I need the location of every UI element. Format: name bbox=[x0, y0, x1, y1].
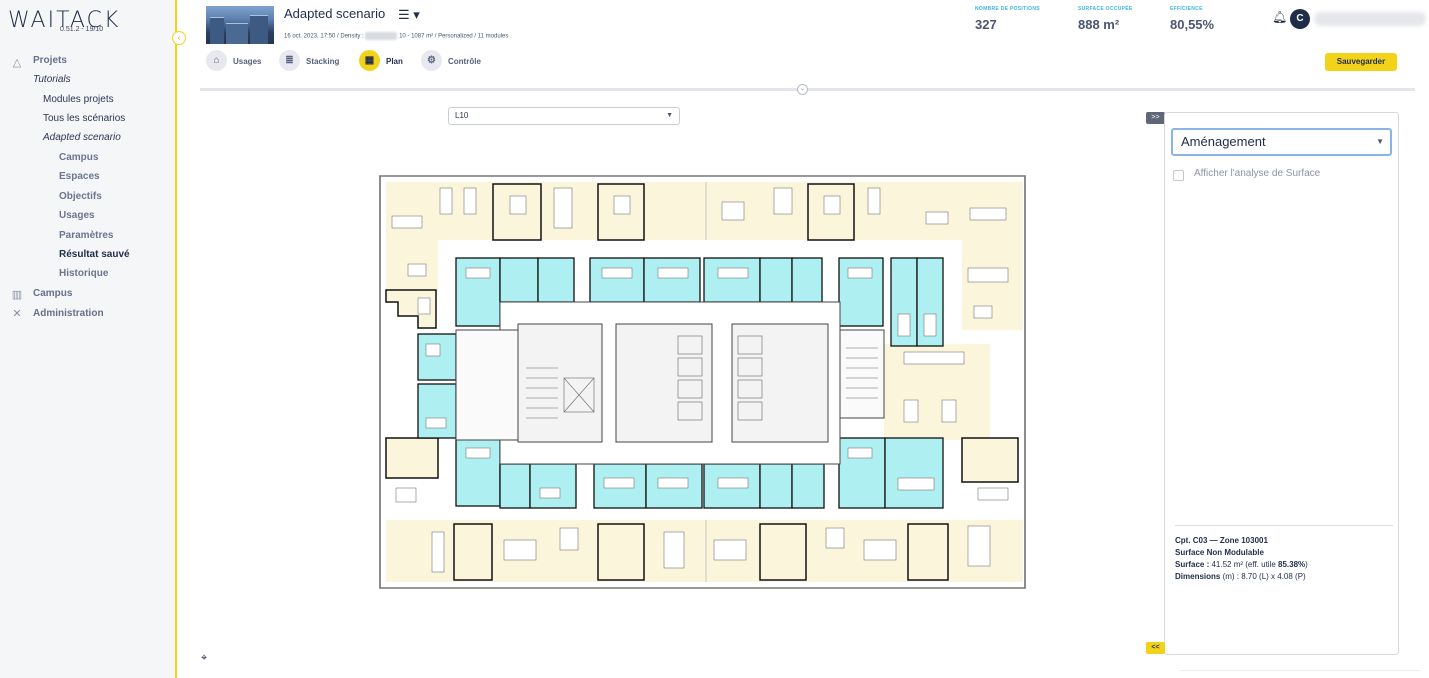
scenario-menu-icon[interactable]: ☰ ▾ bbox=[398, 7, 420, 23]
zone-dimensions-value: (m) : 8.70 (L) x 4.08 (P) bbox=[1222, 572, 1306, 581]
level-select[interactable]: L10 ▼ bbox=[448, 107, 680, 125]
sidebar-item-tous-les-scenarios[interactable]: Tous les scénarios bbox=[43, 113, 125, 124]
scenario-meta-prefix: 16 oct. 2023, 17:50 / Density : bbox=[284, 33, 364, 40]
sidebar-item-tutorials[interactable]: Tutorials bbox=[33, 74, 71, 85]
zone-surface-eff: 85.38% bbox=[1278, 560, 1306, 569]
sofa-icon: ⌂ bbox=[206, 50, 227, 71]
user-name-redacted bbox=[1314, 12, 1426, 26]
panel-separator bbox=[1175, 525, 1393, 526]
plan-icon: ▦ bbox=[359, 50, 380, 71]
properties-panel: Aménagement ▼ Afficher l'analyse de Surf… bbox=[1164, 112, 1399, 655]
kpi-surface: SURFACE OCCUPÉE 888 m² bbox=[1078, 6, 1133, 32]
zone-surface-value: 41.52 m² (eff. utile bbox=[1211, 560, 1276, 569]
tab-plan-label: Plan bbox=[386, 57, 403, 66]
floor-plan[interactable] bbox=[378, 168, 1028, 592]
sidebar-item-campus[interactable]: Campus bbox=[33, 288, 72, 299]
scenario-title: Adapted scenario bbox=[284, 6, 386, 21]
chevron-down-icon: ▼ bbox=[1376, 137, 1384, 146]
sidebar-item-projets[interactable]: Projets bbox=[33, 55, 67, 66]
sidebar-item-administration[interactable]: Administration bbox=[33, 308, 104, 319]
scenario-meta-suffix: 10 - 1087 m² / Personalized / 11 modules bbox=[399, 33, 509, 40]
avatar[interactable]: C bbox=[1290, 9, 1310, 29]
projects-icon: △ bbox=[12, 57, 22, 69]
kpi-positions-label: NOMBRE DE POSITIONS bbox=[975, 6, 1040, 12]
surface-analysis-checkbox[interactable] bbox=[1173, 170, 1184, 181]
tab-controle-label: Contrôle bbox=[448, 57, 481, 66]
open-space-right bbox=[962, 240, 1023, 330]
bell-icon[interactable]: 🔔︎ bbox=[1272, 10, 1287, 24]
kpi-positions: NOMBRE DE POSITIONS 327 bbox=[975, 6, 1040, 32]
mode-select-value: Aménagement bbox=[1181, 134, 1266, 149]
kpi-surface-label: SURFACE OCCUPÉE bbox=[1078, 6, 1133, 12]
panel-expand-button[interactable]: << bbox=[1146, 642, 1165, 654]
campus-icon: ▥ bbox=[11, 289, 23, 301]
header: Adapted scenario ☰ ▾ 16 oct. 2023, 17:50… bbox=[178, 0, 1429, 95]
scenario-meta: 16 oct. 2023, 17:50 / Density : 10 - 108… bbox=[284, 32, 508, 40]
sidebar-item-adapted-scenario[interactable]: Adapted scenario bbox=[43, 132, 121, 143]
zone-surface: Surface : 41.52 m² (eff. utile 85.38%) bbox=[1175, 560, 1308, 569]
tab-usages-label: Usages bbox=[233, 57, 262, 66]
redacted-value bbox=[365, 32, 398, 40]
kpi-positions-value: 327 bbox=[975, 17, 997, 32]
kpi-efficience-value: 80,55% bbox=[1170, 17, 1215, 32]
kpi-surface-value: 888 m² bbox=[1078, 17, 1120, 32]
crosshair-icon[interactable]: ⌖ bbox=[201, 652, 207, 665]
panel-collapse-button[interactable]: >> bbox=[1146, 112, 1165, 124]
mode-select[interactable]: Aménagement ▼ bbox=[1171, 128, 1392, 156]
level-select-value: L10 bbox=[455, 111, 469, 120]
open-space-top bbox=[386, 182, 1023, 240]
tab-stacking-label: Stacking bbox=[306, 57, 340, 66]
chevron-down-icon[interactable]: ⌄ bbox=[797, 84, 808, 95]
sidebar-item-parametres[interactable]: Paramètres bbox=[59, 230, 113, 241]
kpi-efficience-label: EFFICIENCE bbox=[1170, 6, 1203, 12]
zone-surface-close: ) bbox=[1305, 560, 1308, 569]
project-thumbnail bbox=[206, 6, 274, 44]
zone-title: Cpt. C03 — Zone 103001 bbox=[1175, 536, 1268, 545]
chevron-down-icon: ▼ bbox=[666, 112, 673, 119]
stack-icon: ≣ bbox=[279, 50, 300, 71]
zone-surface-label: Surface : bbox=[1175, 560, 1210, 569]
sidebar-item-historique[interactable]: Historique bbox=[59, 268, 108, 279]
zone-dimensions-label: Dimensions bbox=[1175, 572, 1221, 581]
app-version: 0.51.2 - 19/10 bbox=[60, 26, 104, 33]
sidebar-item-usages[interactable]: Usages bbox=[59, 210, 95, 221]
kpi-efficience: EFFICIENCE 80,55% bbox=[1170, 6, 1214, 32]
bottom-divider bbox=[1180, 670, 1420, 671]
sidebar-item-espaces[interactable]: Espaces bbox=[59, 171, 100, 182]
tools-icon: ✕ bbox=[12, 308, 22, 320]
sidebar: WAITACK 0.51.2 - 19/10 △ Projets Tutoria… bbox=[0, 0, 177, 678]
save-button[interactable]: Sauvegarder bbox=[1325, 53, 1397, 71]
sidebar-item-modules-projets[interactable]: Modules projets bbox=[43, 94, 114, 105]
sidebar-item-campus-sub[interactable]: Campus bbox=[59, 152, 98, 163]
zone-subtitle: Surface Non Modulable bbox=[1175, 548, 1264, 557]
surface-analysis-label: Afficher l'analyse de Surface bbox=[1194, 168, 1321, 179]
gear-icon: ⚙ bbox=[421, 50, 442, 71]
sidebar-item-resultat-sauve[interactable]: Résultat sauvé bbox=[59, 249, 130, 260]
sidebar-item-objectifs[interactable]: Objectifs bbox=[59, 191, 102, 202]
zone-dimensions: Dimensions (m) : 8.70 (L) x 4.08 (P) bbox=[1175, 572, 1306, 581]
building-core bbox=[455, 301, 885, 465]
